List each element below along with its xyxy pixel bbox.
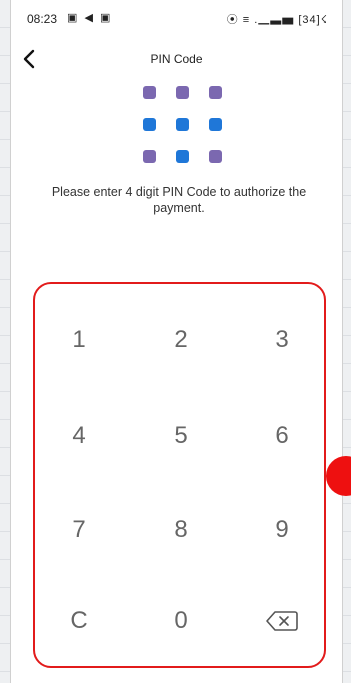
- pin-dot: [143, 86, 156, 99]
- status-bar: 08:23 ▣ ◀ ▣ ⦿ ≡ .▁▃▅ [34]☇: [11, 0, 342, 38]
- key-5[interactable]: 5: [141, 406, 221, 466]
- backspace-button[interactable]: [242, 591, 322, 651]
- system-status-icons: ⦿ ≡ .▁▃▅ [34]☇: [226, 14, 328, 26]
- key-3[interactable]: 3: [242, 310, 322, 370]
- page-title: PIN Code: [150, 52, 203, 66]
- key-6[interactable]: 6: [242, 406, 322, 466]
- notification-icons: ▣ ◀ ▣: [67, 12, 113, 24]
- pin-pattern-icon: [143, 86, 223, 164]
- key-2[interactable]: 2: [141, 310, 221, 370]
- key-8[interactable]: 8: [141, 500, 221, 560]
- backspace-icon: [266, 611, 298, 631]
- pin-dot: [176, 150, 189, 163]
- pin-dot: [209, 86, 222, 99]
- pin-dot: [143, 150, 156, 163]
- key-1[interactable]: 1: [39, 310, 119, 370]
- pin-dot: [209, 150, 222, 163]
- key-7[interactable]: 7: [39, 500, 119, 560]
- status-time: 08:23: [27, 12, 58, 26]
- pin-dot: [176, 118, 189, 131]
- key-4[interactable]: 4: [39, 406, 119, 466]
- key-9[interactable]: 9: [242, 500, 322, 560]
- key-0[interactable]: 0: [141, 591, 221, 651]
- pin-dot: [176, 86, 189, 99]
- pin-dot: [143, 118, 156, 131]
- key-clear[interactable]: C: [39, 591, 119, 651]
- phone-screen: 08:23 ▣ ◀ ▣ ⦿ ≡ .▁▃▅ [34]☇ PIN Code Plea…: [10, 0, 343, 683]
- pin-instruction-text: Please enter 4 digit PIN Code to authori…: [51, 185, 307, 215]
- pin-dot: [209, 118, 222, 131]
- keypad-highlight-frame: 1 2 3 4 5 6 7 8 9 C 0: [33, 282, 326, 668]
